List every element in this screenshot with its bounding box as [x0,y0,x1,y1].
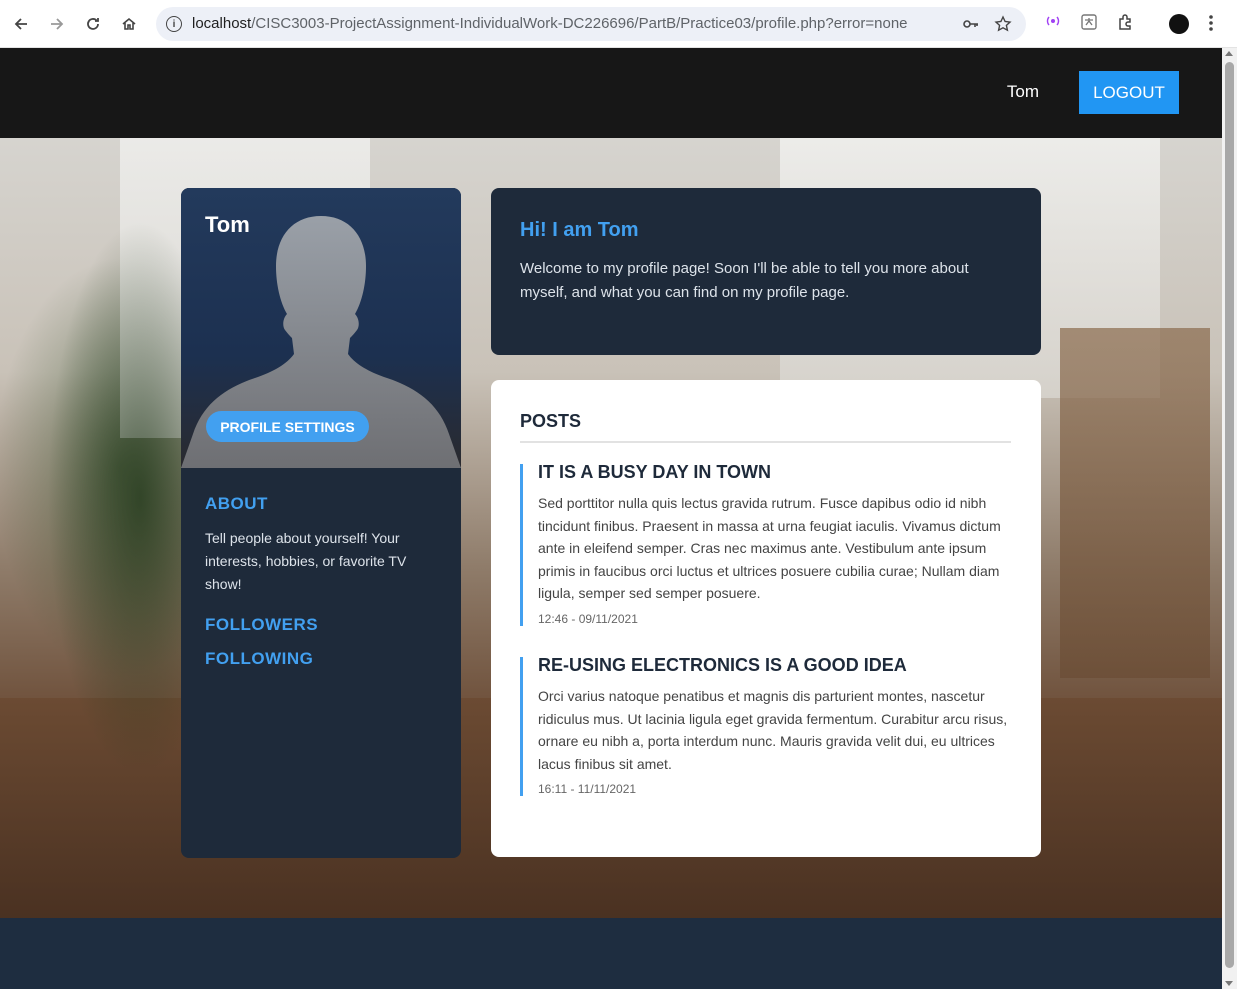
forward-icon[interactable] [43,10,71,38]
page-scrollbar[interactable] [1222,48,1237,989]
bookmark-star-icon[interactable] [994,15,1012,38]
profile-name: Tom [205,212,250,237]
posts-card: POSTS IT IS A BUSY DAY IN TOWN Sed portt… [491,380,1041,857]
browser-toolbar: i localhost/CISC3003-ProjectAssignment-I… [0,0,1237,48]
translate-extension-icon[interactable] [1080,13,1098,35]
page-viewport: Tom LOGOUT Tom PROFILE SETTINGS ABOUT Te… [0,48,1222,989]
about-text: Tell people about yourself! Your interes… [205,530,407,592]
header-username[interactable]: Tom [1007,82,1039,102]
home-icon[interactable] [115,10,143,38]
reload-icon[interactable] [79,10,107,38]
post-timestamp: 16:11 - 11/11/2021 [538,782,637,796]
back-icon[interactable] [7,10,35,38]
password-key-icon[interactable] [962,15,980,38]
posts-heading: POSTS [520,411,582,431]
scroll-down-arrow-icon[interactable] [1225,981,1233,986]
extensions-puzzle-icon[interactable] [1117,13,1135,35]
profile-sidebar-card: Tom PROFILE SETTINGS ABOUT Tell people a… [181,188,461,858]
post-title[interactable]: RE-USING ELECTRONICS IS A GOOD IDEA [538,655,1011,676]
logout-button[interactable]: LOGOUT [1079,71,1179,114]
profile-avatar-icon[interactable] [1169,14,1189,34]
post-title[interactable]: IT IS A BUSY DAY IN TOWN [538,462,1011,483]
scrollbar-thumb[interactable] [1225,62,1234,968]
broadcast-extension-icon[interactable] [1045,13,1061,33]
welcome-card: Hi! I am Tom Welcome to my profile page!… [491,188,1041,355]
post-item: RE-USING ELECTRONICS IS A GOOD IDEA Orci… [520,655,1011,796]
post-timestamp: 12:46 - 09/11/2021 [538,611,638,626]
profile-settings-button[interactable]: PROFILE SETTINGS [206,411,369,442]
post-item: IT IS A BUSY DAY IN TOWN Sed porttitor n… [520,462,1011,626]
welcome-title: Hi! I am Tom [520,219,639,241]
welcome-text: Welcome to my profile page! Soon I'll be… [520,260,969,301]
profile-header: Tom PROFILE SETTINGS [181,188,461,468]
site-info-icon[interactable]: i [166,16,182,32]
kebab-menu-icon[interactable] [1208,14,1214,36]
post-body: Sed porttitor nulla quis lectus gravida … [538,495,1001,601]
site-footer [0,918,1222,989]
site-header: Tom LOGOUT [0,48,1222,138]
post-body: Orci varius natoque penatibus et magnis … [538,688,1008,772]
posts-divider [520,441,1011,443]
scroll-up-arrow-icon[interactable] [1225,51,1233,56]
about-heading: ABOUT [205,494,268,513]
address-bar[interactable]: i localhost/CISC3003-ProjectAssignment-I… [156,7,1026,41]
following-link[interactable]: FOLLOWING [205,649,313,669]
url-text: localhost/CISC3003-ProjectAssignment-Ind… [192,15,908,32]
followers-link[interactable]: FOLLOWERS [205,615,318,635]
